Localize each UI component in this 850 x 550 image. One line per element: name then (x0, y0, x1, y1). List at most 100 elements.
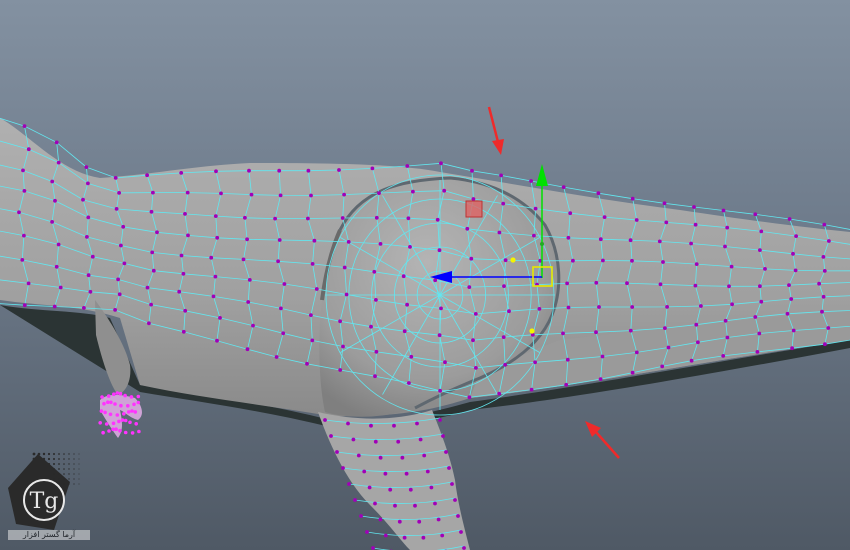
watermark-halftone-dot (63, 483, 65, 485)
mesh-vertex (351, 437, 356, 442)
mesh-vertex (114, 207, 119, 211)
mesh-vertex (310, 338, 315, 343)
mesh-vertex (596, 191, 601, 196)
mesh-vertex (435, 217, 440, 222)
mesh-vertex (281, 331, 286, 336)
mesh-vertex (723, 244, 727, 249)
mesh-vertex (565, 357, 570, 362)
mesh-vertex (438, 418, 442, 422)
mesh-vertex (408, 245, 412, 249)
mesh-vertex (759, 299, 764, 304)
watermark-halftone-dot (42, 457, 46, 461)
mesh-vertex (658, 282, 663, 287)
mesh-vertex (273, 216, 277, 221)
mesh-vertex (594, 280, 599, 285)
selected-claw-vertex (106, 400, 110, 405)
x-axis-handle[interactable] (465, 200, 483, 218)
watermark-halftone-dot (53, 458, 55, 460)
mesh-vertex (693, 222, 698, 227)
mesh-vertex (186, 233, 190, 238)
mesh-vertex (341, 466, 345, 470)
mesh-vertex (443, 360, 447, 365)
mesh-vertex (594, 330, 598, 335)
selected-claw-vertex (134, 422, 138, 426)
selected-claw-vertex (122, 412, 126, 416)
mesh-vertex (758, 248, 762, 253)
mesh-vertex (277, 238, 282, 242)
mesh-vertex (218, 316, 222, 320)
mesh-vertex (245, 347, 250, 352)
watermark-halftone-dot (73, 458, 75, 460)
mesh-vertex (346, 240, 351, 244)
selected-claw-vertex (126, 410, 131, 414)
watermark-halftone-dot (68, 473, 70, 475)
mesh-vertex (422, 453, 427, 458)
mesh-vertex (373, 374, 377, 379)
watermark-halftone-dot (47, 452, 51, 456)
mesh-vertex (22, 124, 27, 128)
mesh-vertex (181, 271, 186, 276)
mesh-vertex (314, 287, 319, 291)
mesh-vertex (821, 294, 826, 299)
mesh-vertex (429, 485, 434, 490)
mesh-vertex (54, 264, 59, 269)
watermark-halftone-dot (58, 483, 60, 485)
selected-claw-vertex (132, 402, 136, 407)
mesh-vertex (402, 535, 407, 540)
mesh-vertex (630, 196, 635, 201)
mesh-vertex (214, 169, 218, 174)
mesh-vertex (755, 350, 760, 354)
selected-claw-vertex (112, 392, 116, 397)
mesh-vertex (565, 281, 569, 286)
watermark-halftone-dot (58, 463, 60, 465)
mesh-vertex (634, 218, 639, 222)
maya-viewport[interactable]: Tg آرما گستر افزار (0, 0, 850, 550)
mesh-vertex (630, 258, 634, 263)
mesh-vertex (150, 250, 155, 255)
selected-claw-vertex (99, 409, 104, 413)
mesh-vertex (56, 242, 61, 247)
mesh-vertex (689, 241, 693, 246)
mesh-vertex (81, 197, 85, 202)
watermark-halftone-dot (68, 453, 70, 455)
mesh-vertex (602, 215, 607, 220)
mesh-vertex (309, 313, 313, 317)
mesh-vertex (763, 267, 767, 271)
mesh-vertex (444, 450, 448, 454)
mesh-vertex (149, 302, 154, 307)
dinosaur-mesh-scene[interactable] (0, 0, 850, 550)
watermark-halftone-dot (63, 458, 65, 460)
mesh-vertex (251, 323, 255, 328)
mesh-vertex (84, 165, 89, 170)
pivot-dot (540, 242, 544, 246)
mesh-vertex (305, 361, 309, 366)
mesh-vertex (823, 342, 827, 347)
mesh-vertex (473, 312, 478, 316)
selected-claw-vertex (119, 403, 123, 408)
mesh-vertex (503, 362, 507, 367)
mesh-vertex (388, 487, 393, 492)
mesh-vertex (628, 328, 633, 333)
y-axis-arrow[interactable] (536, 164, 548, 186)
mesh-vertex (533, 360, 537, 365)
watermark-halftone-dot (68, 483, 70, 485)
mesh-vertex (474, 366, 478, 370)
mesh-vertex (378, 455, 383, 460)
mesh-vertex (566, 235, 571, 240)
mesh-vertex (374, 215, 379, 220)
selected-claw-vertex (133, 410, 138, 414)
watermark-halftone-dot (78, 473, 80, 475)
watermark-halftone-dot (63, 453, 65, 455)
mesh-vertex (433, 501, 437, 506)
mesh-vertex (342, 265, 347, 270)
mesh-vertex (145, 173, 150, 178)
mesh-vertex (369, 423, 373, 428)
selected-claw-vertex (128, 420, 132, 425)
mesh-vertex (759, 229, 764, 234)
dinosaur-leg[interactable] (318, 410, 470, 550)
mesh-vertex (794, 234, 798, 239)
watermark-halftone-dot (73, 483, 75, 485)
mesh-vertex (689, 358, 694, 363)
mesh-vertex (344, 292, 349, 297)
mesh-vertex (413, 503, 417, 508)
